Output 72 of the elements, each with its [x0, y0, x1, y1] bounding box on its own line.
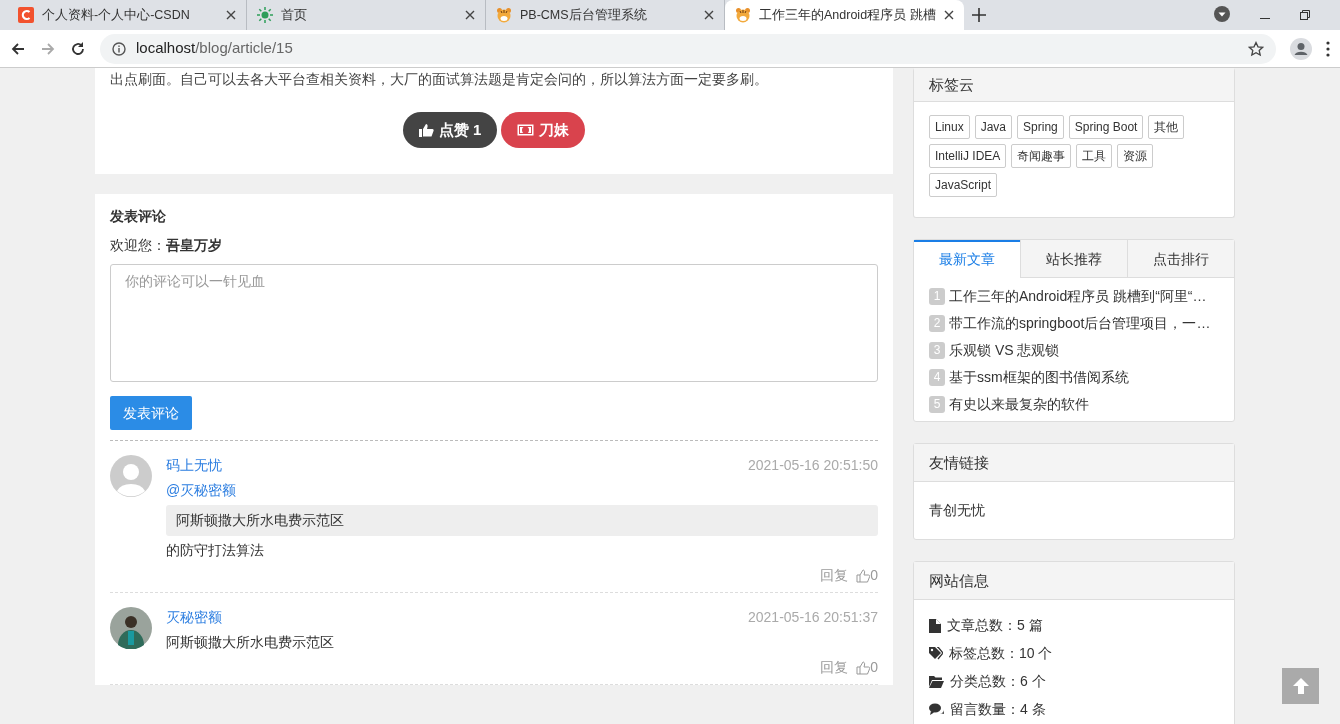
close-icon[interactable] [226, 10, 236, 20]
card-title: 网站信息 [914, 562, 1234, 600]
quoted-comment: 阿斯顿撒大所水电费示范区 [166, 505, 878, 536]
article-link[interactable]: 基于ssm框架的图书借阅系统 [949, 367, 1129, 388]
back-icon[interactable] [10, 40, 26, 57]
friend-link[interactable]: 青创无忧 [929, 502, 985, 518]
tiger-icon [496, 7, 512, 23]
menu-icon[interactable] [1326, 40, 1330, 57]
tab[interactable]: 站长推荐 [1020, 240, 1127, 278]
stat-text: 标签总数：10 个 [949, 644, 1053, 663]
thumbs-up-icon [856, 660, 871, 675]
dropdown-icon[interactable] [1214, 6, 1230, 22]
avatar [110, 455, 152, 497]
avatar [110, 607, 152, 649]
author-name[interactable]: 码上无忧 [166, 455, 222, 476]
stat-text: 留言数量：4 条 [950, 700, 1046, 719]
article-link[interactable]: 工作三年的Android程序员 跳槽到“阿里“… [949, 286, 1207, 307]
star-icon[interactable] [1248, 40, 1264, 57]
tag-link[interactable]: JavaScript [929, 173, 998, 197]
tag-link[interactable]: Spring Boot [1068, 115, 1144, 139]
comment-field[interactable]: 你的评论可以一针见血 [110, 264, 878, 382]
profile-icon[interactable] [1290, 37, 1312, 60]
sun-icon [257, 7, 273, 23]
like-button[interactable]: 点赞 1 [402, 112, 498, 148]
article-link[interactable]: 带工作流的springboot后台管理项目，一… [949, 313, 1211, 334]
tiger-icon [735, 7, 751, 23]
welcome-label: 欢迎您： [110, 237, 166, 253]
new-tab-icon[interactable] [972, 8, 986, 22]
article-link[interactable]: 有史以来最复杂的软件 [949, 394, 1089, 415]
tag-link[interactable]: Linux [929, 115, 970, 139]
money-icon [517, 124, 535, 136]
comment-text: 阿斯顿撒大所水电费示范区 [166, 633, 335, 652]
folder-icon [929, 675, 944, 688]
info-icon [112, 41, 126, 56]
close-icon[interactable] [465, 10, 475, 20]
chat-icon [929, 703, 944, 716]
article-link[interactable]: 乐观锁 VS 悲观锁 [949, 340, 1060, 361]
tag-icon [929, 646, 943, 661]
tag-link[interactable]: 工具 [1076, 144, 1113, 168]
thumbs-up-icon [418, 123, 434, 137]
mention-link[interactable]: @灭秘密额 [166, 480, 878, 501]
stat-text: 分类总数：6 个 [950, 672, 1046, 691]
username: 吾皇万岁 [166, 237, 222, 253]
submit-comment-button[interactable]: 发表评论 [110, 396, 192, 430]
tag-link[interactable]: Java [974, 115, 1013, 139]
card-title: 标签云 [914, 68, 1234, 102]
comment-time: 2021-05-16 20:51:50 [748, 456, 878, 475]
arrow-up-icon [1291, 677, 1310, 695]
tag-link[interactable]: 其他 [1148, 115, 1185, 139]
close-icon[interactable] [704, 10, 714, 20]
logo-icon [18, 7, 34, 23]
reward-button[interactable]: 刀妹 [501, 112, 586, 148]
comment-time: 2021-05-16 20:51:37 [748, 608, 878, 627]
author-name[interactable]: 灭秘密额 [166, 607, 222, 628]
tab[interactable]: 点击排行 [1127, 240, 1234, 278]
tag-link[interactable]: Spring [1017, 115, 1064, 139]
tag-link[interactable]: 奇闻趣事 [1011, 144, 1072, 168]
article-text: 出点刷面。自己可以去各大平台查相关资料，大厂的面试算法题是肯定会问的，所以算法方面一定要多刷。 [109, 70, 769, 88]
minimize-icon[interactable] [1260, 18, 1270, 20]
comment-text: 的防守打法算法 [166, 541, 265, 560]
reload-icon[interactable] [70, 40, 86, 57]
tag-link[interactable]: IntelliJ IDEA [929, 144, 1007, 168]
browser-tab[interactable]: 工作三年的Android程序员 跳槽 [725, 0, 964, 30]
card-title: 友情链接 [914, 444, 1234, 482]
comment-section-title: 发表评论 [110, 207, 167, 226]
restore-icon[interactable] [1300, 10, 1310, 20]
tag-link[interactable]: 资源 [1117, 144, 1154, 168]
file-icon [929, 618, 941, 633]
stat-text: 文章总数：5 篇 [947, 616, 1043, 635]
close-icon[interactable] [944, 10, 954, 20]
address-bar[interactable]: localhost/blog/article/15 [100, 33, 1276, 64]
thumbs-up-icon [856, 568, 871, 583]
